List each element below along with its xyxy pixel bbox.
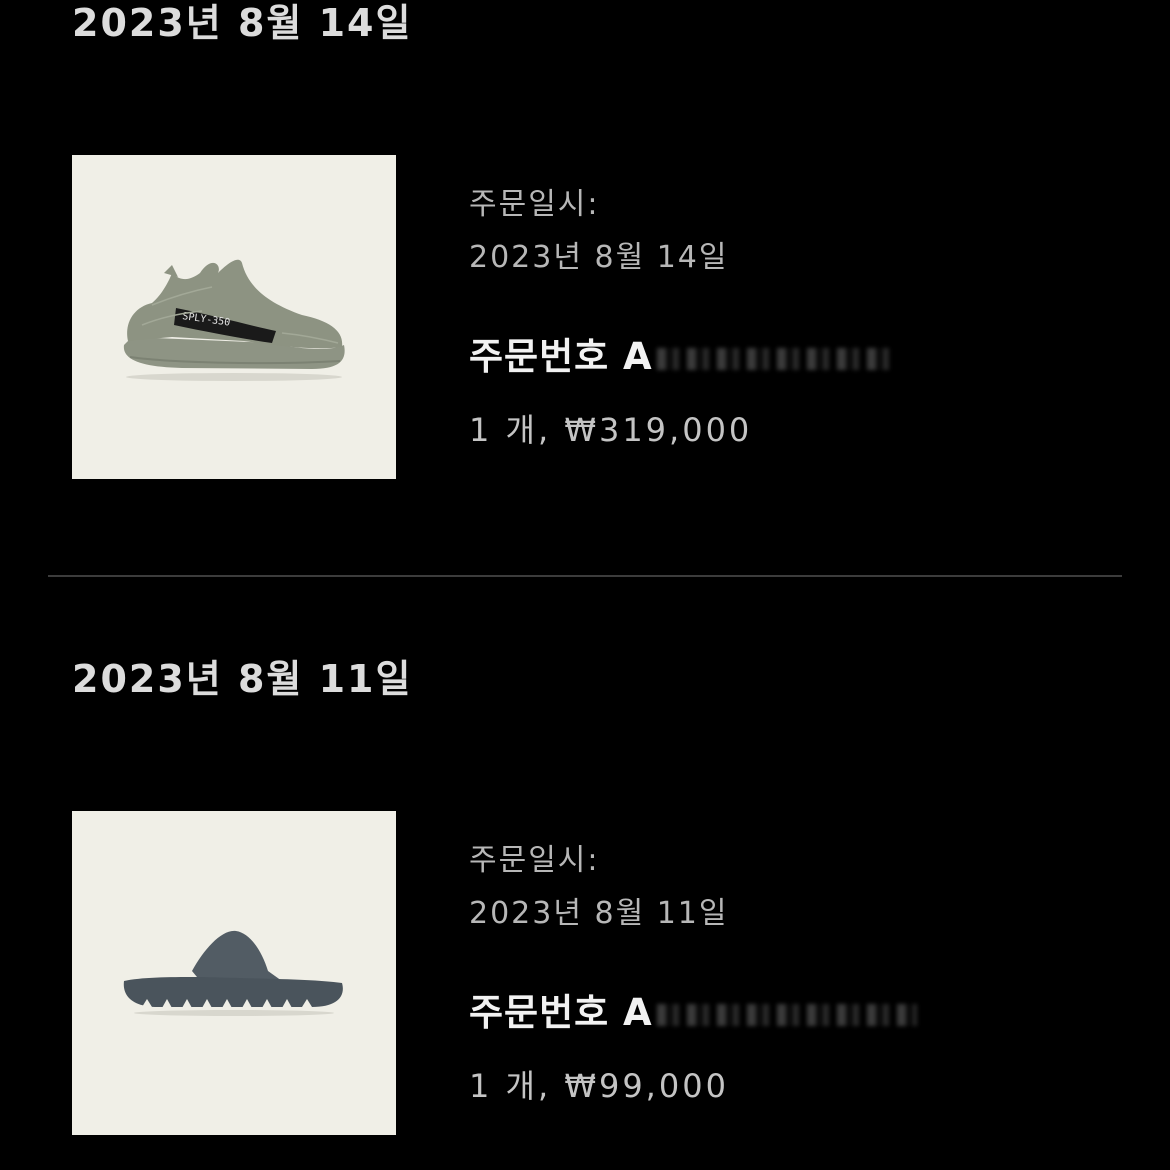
order-number[interactable]: 주문번호 A <box>469 338 897 375</box>
order-number-redacted <box>656 1003 917 1026</box>
sneaker-image: SPLY-350 <box>123 259 345 381</box>
order-time-value: 2023년 8월 14일 <box>469 240 729 275</box>
order-divider <box>48 575 1122 577</box>
order-number-label: 주문번호 A <box>469 335 653 378</box>
order-number-label: 주문번호 A <box>469 991 653 1034</box>
order-number-redacted <box>656 347 897 370</box>
quantity-price: 1 개, ₩319,000 <box>469 411 753 449</box>
order-time-label: 주문일시: <box>469 843 600 878</box>
product-thumbnail[interactable]: SPLY-350 <box>72 155 396 479</box>
order-time-label: 주문일시: <box>469 187 600 222</box>
order-time-value: 2023년 8월 11일 <box>469 896 729 931</box>
order-number[interactable]: 주문번호 A <box>469 994 917 1031</box>
order-group-date: 2023년 8월 11일 <box>72 657 413 701</box>
slide-sandal-image <box>123 930 343 1016</box>
quantity-price: 1 개, ₩99,000 <box>469 1067 729 1105</box>
product-thumbnail[interactable] <box>72 811 396 1135</box>
order-group-date: 2023년 8월 14일 <box>72 1 413 45</box>
